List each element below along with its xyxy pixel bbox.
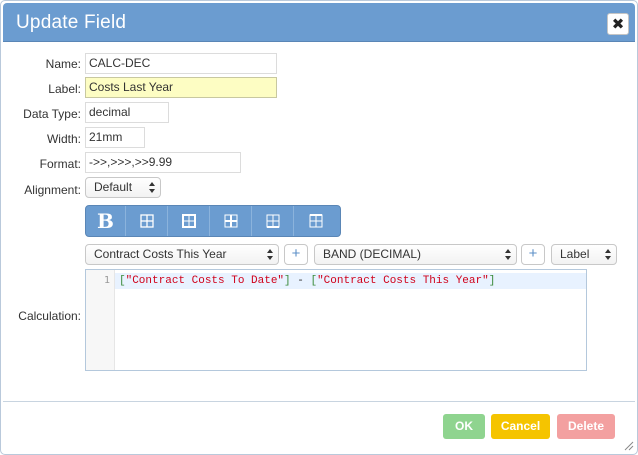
type-select-value: Label xyxy=(560,247,590,261)
cancel-button[interactable]: Cancel xyxy=(491,414,550,439)
add-field-button[interactable]: + xyxy=(284,244,308,265)
close-icon: ✖ xyxy=(611,15,625,33)
border-all-icon xyxy=(139,214,154,228)
chevron-updown-icon xyxy=(267,249,273,260)
width-label: Width: xyxy=(46,132,81,146)
data-type-label: Data Type: xyxy=(23,107,81,121)
chevron-updown-icon xyxy=(149,182,155,193)
editor-gutter: 1 xyxy=(86,270,115,370)
border-outer-icon xyxy=(181,214,196,228)
resize-handle-icon[interactable] xyxy=(624,441,634,451)
dialog-titlebar[interactable]: Update Field ✖ xyxy=(3,3,635,42)
format-field[interactable]: ->>,>>>,>>9.99 xyxy=(85,152,241,173)
add-band-button[interactable]: + xyxy=(521,244,545,265)
code-string: "Contract Costs To Date" xyxy=(125,275,285,287)
border-all-button[interactable] xyxy=(126,206,168,236)
label-label: Label: xyxy=(48,82,81,96)
code-operator: - xyxy=(290,275,311,287)
code-string: "Contract Costs This Year" xyxy=(317,275,489,287)
band-select[interactable]: BAND (DECIMAL) xyxy=(314,244,517,265)
label-field[interactable]: Costs Last Year xyxy=(85,77,277,98)
name-field[interactable]: CALC-DEC xyxy=(85,53,277,74)
calculation-label: Calculation: xyxy=(18,309,81,323)
code-bracket: [ xyxy=(119,275,126,287)
update-field-dialog: Update Field ✖ Name: CALC-DEC Label: Cos… xyxy=(0,0,638,455)
footer-divider xyxy=(3,401,635,402)
line-number: 1 xyxy=(103,275,110,286)
calculation-code: ["Contract Costs To Date"] - ["Contract … xyxy=(119,274,495,288)
width-field[interactable]: 21mm xyxy=(85,127,145,148)
data-type-field[interactable]: decimal xyxy=(85,102,169,123)
code-bracket: ] xyxy=(284,275,291,287)
border-top-button[interactable] xyxy=(294,206,338,236)
alignment-select[interactable]: Default xyxy=(85,177,161,198)
type-select[interactable]: Label xyxy=(551,244,617,265)
field-select[interactable]: Contract Costs This Year xyxy=(85,244,279,265)
bold-button[interactable]: B xyxy=(86,206,126,236)
band-select-value: BAND (DECIMAL) xyxy=(323,247,422,261)
field-select-value: Contract Costs This Year xyxy=(94,247,227,261)
delete-button[interactable]: Delete xyxy=(557,414,615,439)
alignment-value: Default xyxy=(94,180,133,194)
chevron-updown-icon xyxy=(605,249,611,260)
calculation-editor[interactable]: 1 ["Contract Costs To Date"] - ["Contrac… xyxy=(85,269,587,371)
name-label: Name: xyxy=(45,57,81,71)
border-bottom-button[interactable] xyxy=(252,206,294,236)
border-outer-button[interactable] xyxy=(168,206,210,236)
border-bottom-icon xyxy=(266,214,279,228)
alignment-label: Alignment: xyxy=(24,183,81,197)
format-toolbar: B xyxy=(85,205,341,237)
dialog-title: Update Field xyxy=(16,12,127,33)
ok-button[interactable]: OK xyxy=(443,414,485,439)
code-bracket: ] xyxy=(488,275,496,287)
chevron-updown-icon xyxy=(505,249,511,260)
format-label: Format: xyxy=(39,157,81,171)
close-button[interactable]: ✖ xyxy=(607,13,629,35)
border-top-icon xyxy=(309,214,323,228)
border-inner-icon xyxy=(224,214,237,228)
border-inner-button[interactable] xyxy=(210,206,252,236)
bold-icon: B xyxy=(97,209,114,233)
